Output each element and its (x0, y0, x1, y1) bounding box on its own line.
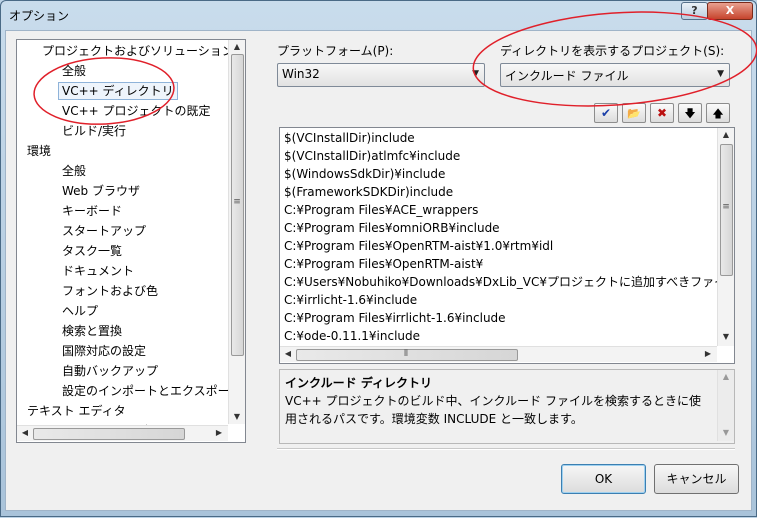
directory-row[interactable]: C:¥ode-0.11.1¥include (284, 327, 420, 345)
tree-item[interactable]: VC++ ディレクトリ (58, 82, 178, 100)
scroll-left-arrow[interactable]: ◀ (19, 426, 31, 440)
directory-row[interactable]: C:¥Program Files¥OpenRTM-aist¥1.0¥rtm¥id… (284, 237, 553, 255)
chevron-down-icon: ▼ (472, 69, 479, 79)
chevron-down-icon: ▼ (717, 69, 724, 79)
scroll-up-arrow[interactable]: ▲ (229, 42, 245, 51)
tree-item[interactable]: 環境 (27, 142, 51, 160)
dirlist-hscroll[interactable]: ◀ ⦀ ▶ (280, 346, 717, 362)
new-folder-icon: 📂 (627, 107, 641, 120)
description-text: VC++ プロジェクトのビルド中、インクルード ファイルを検索するときに使用され… (285, 394, 701, 426)
tree-item[interactable]: Web ブラウザ (62, 182, 140, 200)
delete-button[interactable]: ✖ (650, 103, 674, 123)
arrow-up-icon: 🡅 (712, 107, 724, 120)
directory-row[interactable]: C:¥Users¥Nobuhiko¥Downloads¥DxLib_VC¥プロジ… (284, 273, 726, 291)
new-line-button[interactable]: 📂 (622, 103, 646, 123)
tree-vscroll[interactable]: ▲ ≡ ▼ (228, 40, 245, 424)
platform-value: Win32 (282, 67, 320, 81)
arrow-down-icon: 🡇 (684, 107, 696, 120)
tree-item[interactable]: 設定のインポートとエクスポート (62, 382, 242, 400)
options-dialog: オプション ? X プロジェクトおよびソリューション全般 VC++ ディレクトリ V… (0, 0, 757, 517)
scroll-down-arrow[interactable]: ▼ (718, 428, 734, 437)
directory-row[interactable]: C:¥irrlicht-1.6¥include (284, 291, 417, 309)
directory-row[interactable]: $(FrameworkSDKDir)include (284, 183, 453, 201)
directory-row[interactable]: C:¥Program Files¥ACE_wrappers (284, 201, 478, 219)
directory-list[interactable]: $(VCInstallDir)include $(VCInstallDir)atl… (279, 127, 735, 364)
dir-target-label: ディレクトリを表示するプロジェクト(S): (500, 44, 725, 58)
separator (277, 448, 735, 450)
tree-hscroll[interactable]: ◀ ▶ (17, 425, 228, 441)
description-vscroll[interactable]: ▲ ▼ (717, 370, 734, 441)
check-button[interactable]: ✔ (594, 103, 618, 123)
tree-item[interactable]: 全般 (62, 62, 86, 80)
directory-row[interactable]: $(VCInstallDir)atlmfc¥include (284, 147, 460, 165)
options-tree[interactable]: プロジェクトおよびソリューション全般 VC++ ディレクトリ VC++ プロジェクト… (16, 39, 246, 443)
tree-hscroll-thumb[interactable] (33, 428, 185, 440)
tree-item[interactable]: フォントおよび色 (62, 282, 158, 300)
tree-item[interactable]: プロジェクトおよびソリューション (42, 42, 234, 60)
move-down-button[interactable]: 🡇 (678, 103, 702, 123)
tree-item[interactable]: 検索と置換 (62, 322, 122, 340)
scroll-right-arrow[interactable]: ▶ (702, 347, 714, 361)
description-panel: インクルード ディレクトリ VC++ プロジェクトのビルド中、インクルード ファ… (279, 369, 735, 444)
ok-button[interactable]: OK (561, 464, 646, 494)
scroll-right-arrow[interactable]: ▶ (213, 426, 225, 440)
scroll-up-arrow[interactable]: ▲ (718, 130, 734, 139)
scroll-down-arrow[interactable]: ▼ (718, 332, 734, 341)
description-title: インクルード ディレクトリ (285, 376, 432, 390)
directory-row[interactable]: C:¥Program Files¥irrlicht-1.6¥include (284, 309, 506, 327)
help-button[interactable]: ? (681, 2, 708, 20)
close-button[interactable]: X (707, 2, 753, 20)
tree-item[interactable]: キーボード (62, 202, 122, 220)
platform-label: プラットフォーム(P): (277, 44, 394, 58)
tree-item[interactable]: VC++ プロジェクトの既定 (62, 102, 211, 120)
directory-row[interactable]: C:¥Program Files¥OpenRTM-aist¥ (284, 255, 483, 273)
grip-icon: ⦀ (404, 349, 408, 359)
dialog-client: プロジェクトおよびソリューション全般 VC++ ディレクトリ VC++ プロジェクト… (5, 30, 752, 511)
window-title: オプション (9, 9, 70, 23)
grip-icon: ≡ (233, 197, 241, 207)
title-bar[interactable]: オプション ? X (1, 1, 756, 28)
directory-row[interactable]: $(WindowsSdkDir)¥include (284, 165, 445, 183)
dirlist-vscroll[interactable]: ▲ ≡ ▼ (717, 128, 734, 346)
tree-item[interactable]: ドキュメント (62, 262, 134, 280)
delete-icon: ✖ (656, 106, 668, 120)
move-up-button[interactable]: 🡅 (706, 103, 730, 123)
tree-item[interactable]: ヘルプ (62, 302, 98, 320)
tree-item[interactable]: スタートアップ (62, 222, 146, 240)
directory-row[interactable]: C:¥Program Files¥omniORB¥include (284, 219, 500, 237)
cancel-button[interactable]: キャンセル (654, 464, 739, 494)
scroll-down-arrow[interactable]: ▼ (229, 412, 245, 421)
scroll-up-arrow[interactable]: ▲ (718, 372, 734, 381)
tree-item[interactable]: テキスト エディタ (27, 402, 126, 420)
grip-icon: ≡ (722, 202, 730, 212)
tree-item[interactable]: タスク一覧 (62, 242, 122, 260)
tree-item[interactable]: ビルド/実行 (62, 122, 126, 140)
platform-select[interactable]: Win32 ▼ (277, 63, 485, 87)
tree-item[interactable]: 自動バックアップ (62, 362, 158, 380)
tree-item[interactable]: 全般 (62, 162, 86, 180)
directory-row[interactable]: $(VCInstallDir)include (284, 129, 415, 147)
scroll-left-arrow[interactable]: ◀ (282, 347, 294, 361)
tree-item[interactable]: 国際対応の設定 (62, 342, 146, 360)
check-icon: ✔ (600, 106, 612, 120)
dir-target-select[interactable]: インクルード ファイル ▼ (500, 63, 730, 87)
dir-target-value: インクルード ファイル (505, 69, 629, 83)
